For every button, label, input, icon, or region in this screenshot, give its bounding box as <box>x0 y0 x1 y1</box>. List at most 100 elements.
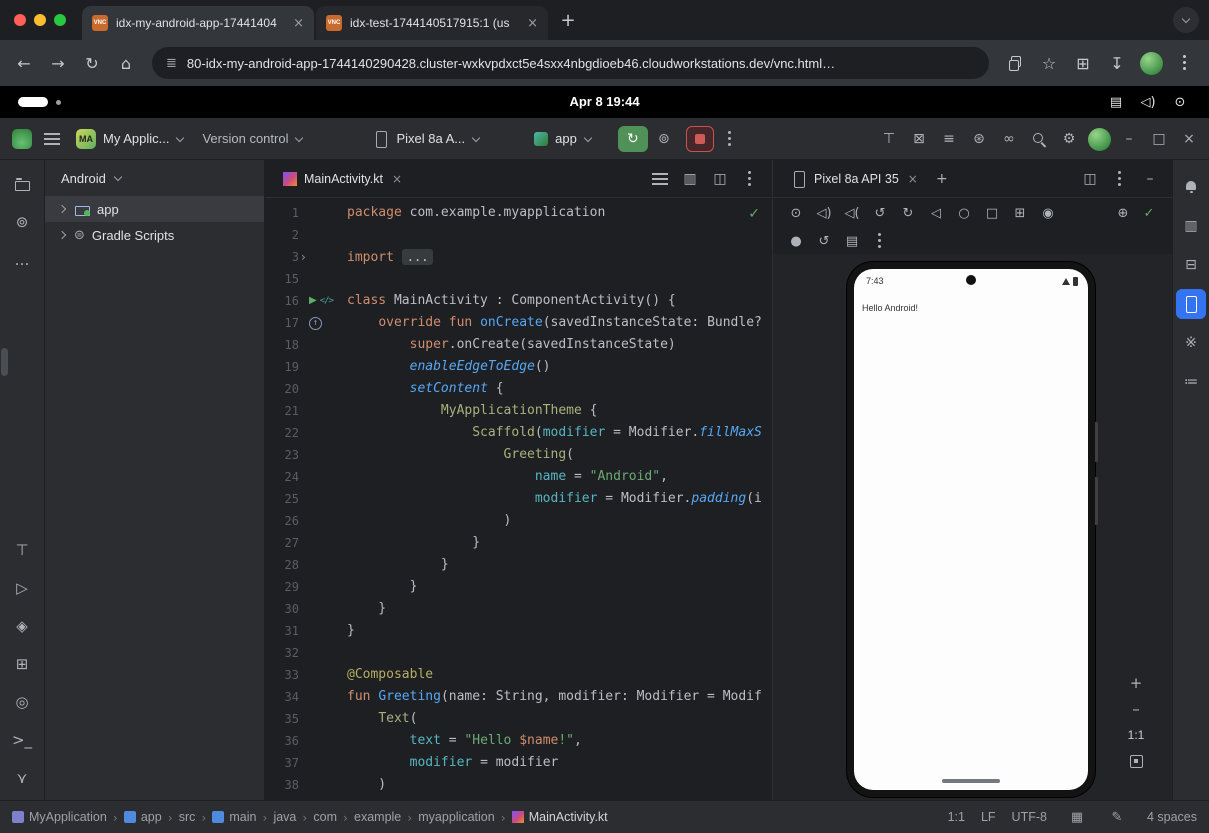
project-view-selector[interactable]: Android <box>45 160 264 196</box>
screenshot-multi-icon[interactable]: ▤ <box>839 229 865 253</box>
profiler-icon[interactable]: ⊤ <box>875 125 903 153</box>
detach-editor-icon[interactable]: ◫ <box>706 165 734 193</box>
forward-icon[interactable]: → <box>42 47 74 79</box>
volume-up-icon[interactable]: ◁) <box>811 201 837 225</box>
breadcrumb-item[interactable]: com <box>313 810 337 824</box>
device-streaming-icon[interactable]: ⊠ <box>905 125 933 153</box>
emulator-screen[interactable]: 7:43 Hello Android! <box>854 269 1088 790</box>
editor-tab[interactable]: MainActivity.kt × <box>273 160 412 197</box>
home-nav-icon[interactable]: ○ <box>951 201 977 225</box>
volume-down-icon[interactable]: ◁( <box>839 201 865 225</box>
overriding-method-icon[interactable]: ↑ <box>309 317 322 330</box>
line-ending[interactable]: LF <box>981 810 996 824</box>
zoom-traffic-light[interactable] <box>54 14 66 26</box>
panel-more-icon[interactable] <box>1106 165 1134 193</box>
snapshot-restore-icon[interactable]: ↺ <box>811 229 837 253</box>
project-selector[interactable]: MA My Applic... <box>68 124 192 154</box>
project-tree-item[interactable]: app <box>45 196 264 222</box>
tab-search-button[interactable] <box>1173 7 1199 33</box>
window-minimize-icon[interactable]: – <box>1115 125 1143 153</box>
panel-layout-icon[interactable]: ◫ <box>1076 165 1104 193</box>
code-line[interactable]: 26 ) <box>265 510 772 532</box>
notifications-bell-icon[interactable] <box>1176 172 1206 202</box>
back-nav-icon[interactable]: ◁ <box>923 201 949 225</box>
plugins-icon[interactable]: ⊞ <box>6 648 38 680</box>
stop-button[interactable] <box>686 126 714 152</box>
project-tree-item[interactable]: ⊜Gradle Scripts <box>45 222 264 248</box>
code-line[interactable]: 37 modifier = modifier <box>265 752 772 774</box>
tab-close-button[interactable]: × <box>293 16 304 31</box>
reload-icon[interactable]: ↻ <box>76 47 108 79</box>
breadcrumb-item[interactable]: example <box>354 810 401 824</box>
code-line[interactable]: 1package com.example.myapplication <box>265 202 772 224</box>
window-close-icon[interactable]: × <box>1175 125 1203 153</box>
profile-avatar-icon[interactable] <box>1135 47 1167 79</box>
device-tab[interactable]: Pixel 8a API 35 × <box>781 160 928 197</box>
inline-hints-icon[interactable] <box>646 165 674 193</box>
code-line[interactable]: 16▶</>class MainActivity : ComponentActi… <box>265 290 772 312</box>
new-tab-button[interactable]: + <box>554 6 582 34</box>
rotate-right-icon[interactable]: ↻ <box>895 201 921 225</box>
minimize-traffic-light[interactable] <box>34 14 46 26</box>
resource-manager-icon[interactable]: ⊤ <box>6 534 38 566</box>
app-inspection-icon[interactable]: ⊛ <box>965 125 993 153</box>
code-line[interactable]: 27 } <box>265 532 772 554</box>
url-bar[interactable]: ≣ 80-idx-my-android-app-1744140290428.cl… <box>152 47 989 79</box>
run-gutter-icon[interactable]: ▶ <box>309 290 317 312</box>
site-info-icon[interactable]: ≣ <box>166 56 177 71</box>
code-line[interactable]: 35 Text( <box>265 708 772 730</box>
emulator-settings-icon[interactable]: ⊟ <box>1176 250 1206 280</box>
panel-hide-icon[interactable]: – <box>1136 165 1164 193</box>
code-line[interactable]: 2 <box>265 224 772 246</box>
logcat-icon[interactable]: ≡ <box>935 125 963 153</box>
volume-icon[interactable]: ◁) <box>1135 89 1161 115</box>
overview-nav-icon[interactable]: □ <box>979 201 1005 225</box>
editor-tab-close-button[interactable]: × <box>392 172 402 186</box>
zoom-in-button[interactable]: + <box>1124 672 1148 694</box>
running-devices-icon[interactable] <box>1176 289 1206 319</box>
code-line[interactable]: 34fun Greeting(name: String, modifier: M… <box>265 686 772 708</box>
chevron-right-icon[interactable] <box>59 205 67 213</box>
split-editor-icon[interactable]: ▥ <box>676 165 704 193</box>
browser-menu-icon[interactable] <box>1169 47 1201 79</box>
chevron-right-icon[interactable] <box>59 231 67 239</box>
write-access-icon[interactable]: ✎ <box>1103 803 1131 831</box>
code-line[interactable]: 20 setContent { <box>265 378 772 400</box>
editor-more-icon[interactable] <box>736 165 764 193</box>
new-device-tab-button[interactable]: + <box>928 165 956 193</box>
file-encoding[interactable]: UTF-8 <box>1012 810 1047 824</box>
close-traffic-light[interactable] <box>14 14 26 26</box>
run-configuration-selector[interactable]: app <box>526 124 600 154</box>
network-icon[interactable]: ▤ <box>1103 89 1129 115</box>
fold-marker-icon[interactable]: › <box>301 246 306 268</box>
code-line[interactable]: 18 super.onCreate(savedInstanceState) <box>265 334 772 356</box>
search-icon[interactable] <box>1025 125 1053 153</box>
code-line[interactable]: 21 MyApplicationTheme { <box>265 400 772 422</box>
snapshot-icon[interactable]: ⊞ <box>1007 201 1033 225</box>
breadcrumb-item[interactable]: java <box>273 810 296 824</box>
home-icon[interactable]: ⌂ <box>110 47 142 79</box>
code-line[interactable]: 36 text = "Hello $name!", <box>265 730 772 752</box>
code-line[interactable]: 28 } <box>265 554 772 576</box>
indent-setting[interactable]: 4 spaces <box>1147 810 1197 824</box>
emulator-more-icon[interactable] <box>867 229 893 253</box>
version-control-tool-icon[interactable]: ⋎ <box>6 762 38 794</box>
power-button-icon[interactable]: ⊙ <box>783 201 809 225</box>
code-line[interactable]: 24 name = "Android", <box>265 466 772 488</box>
debug-button[interactable]: ⊚ <box>650 125 678 153</box>
code-line[interactable]: 29 } <box>265 576 772 598</box>
build-tool-icon[interactable]: ◈ <box>6 610 38 642</box>
code-line[interactable]: 32 <box>265 642 772 664</box>
power-icon[interactable]: ⊙ <box>1167 89 1193 115</box>
copy-icon[interactable] <box>999 47 1031 79</box>
screen-record-icon[interactable]: ● <box>783 229 809 253</box>
downloads-icon[interactable]: ↧ <box>1101 47 1133 79</box>
device-ok-icon[interactable]: ✓ <box>1136 201 1162 225</box>
code-line[interactable]: 23 Greeting( <box>265 444 772 466</box>
device-tab-close-button[interactable]: × <box>908 172 918 186</box>
inspections-status-icon[interactable]: ✓ <box>748 206 760 222</box>
breadcrumb-item[interactable]: main <box>212 810 256 824</box>
fit-screen-button[interactable] <box>1124 750 1148 772</box>
browser-tab[interactable]: VNCidx-test-1744140517915:1 (us× <box>316 6 548 40</box>
browser-tab[interactable]: VNCidx-my-android-app-17441404× <box>82 6 314 40</box>
